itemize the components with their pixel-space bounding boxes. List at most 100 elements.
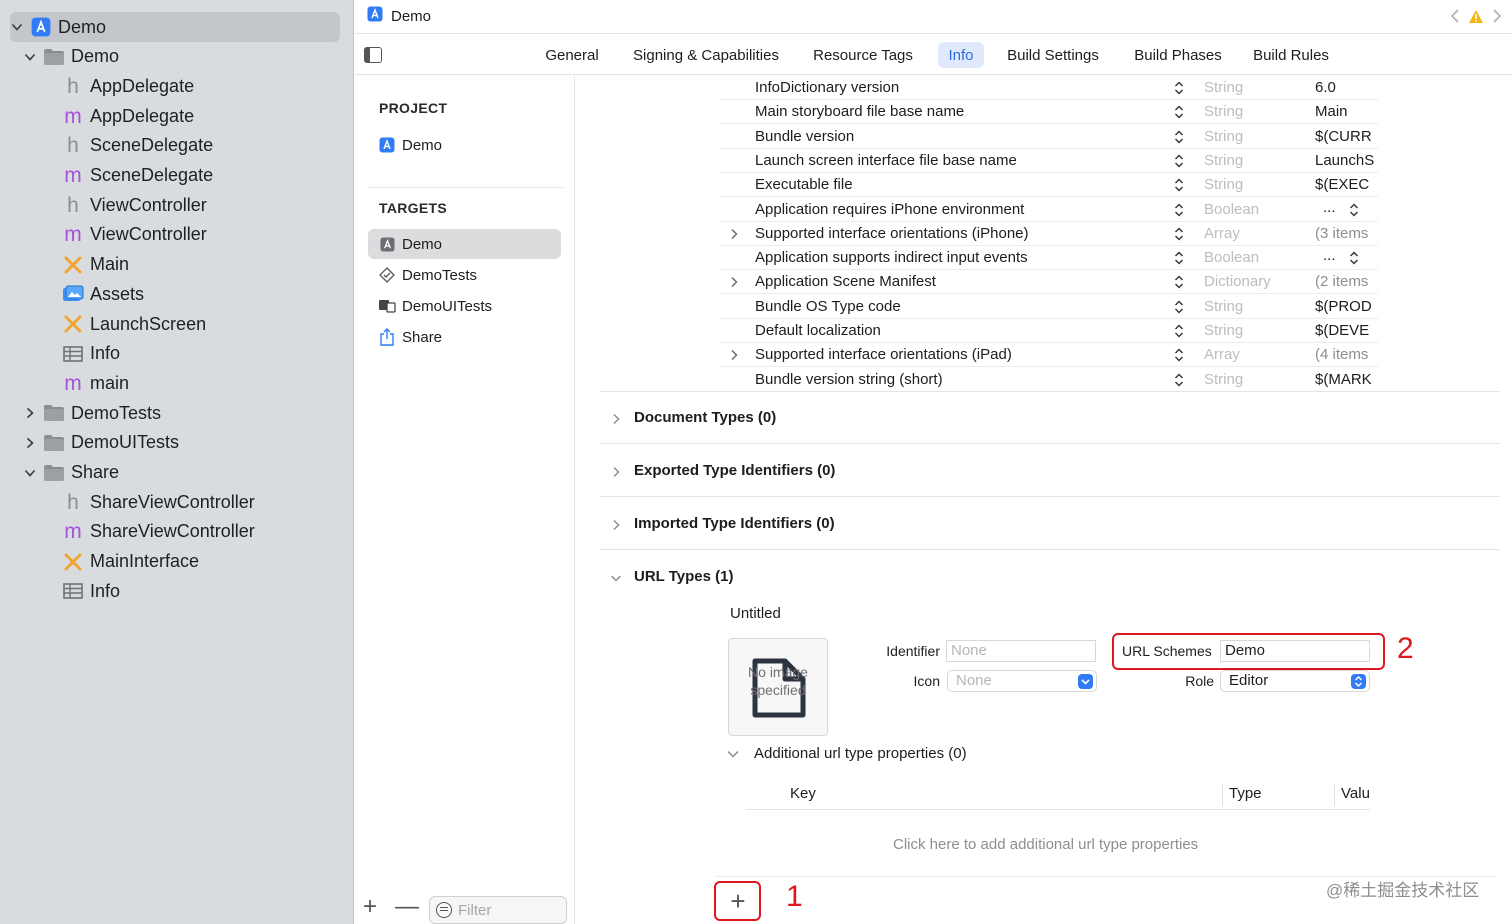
plist-type[interactable]: Array bbox=[1204, 225, 1240, 242]
plist-row[interactable]: Application Scene Manifest Dictionary (2 i… bbox=[720, 270, 1378, 295]
disclosure-chevron-down-icon[interactable] bbox=[10, 20, 24, 34]
tab-info[interactable]: Info bbox=[938, 42, 984, 68]
navigator-item-info[interactable]: Info bbox=[0, 576, 354, 606]
add-properties-hint[interactable]: Click here to add additional url type pr… bbox=[893, 836, 1198, 853]
chevron-left-icon[interactable] bbox=[1450, 8, 1460, 29]
navigator-item-info[interactable]: Info bbox=[0, 339, 354, 369]
plist-row[interactable]: Application requires iPhone environment B… bbox=[720, 198, 1378, 222]
plist-value[interactable]: ... bbox=[1323, 247, 1336, 264]
chevron-right-icon[interactable] bbox=[728, 275, 740, 288]
disclosure-chevron-down-icon[interactable] bbox=[23, 50, 37, 64]
chevron-right-icon[interactable] bbox=[1492, 8, 1502, 29]
plist-type[interactable]: String bbox=[1204, 176, 1243, 193]
target-item-demotests[interactable]: DemoTests bbox=[368, 260, 561, 290]
chevron-right-icon[interactable] bbox=[610, 412, 622, 425]
plist-value[interactable]: LaunchS bbox=[1315, 152, 1377, 169]
target-item-share[interactable]: Share bbox=[368, 322, 561, 352]
column-header-value[interactable]: Valu bbox=[1341, 785, 1370, 802]
plist-type[interactable]: String bbox=[1204, 128, 1243, 145]
target-item-demouitests[interactable]: DemoUITests bbox=[368, 291, 561, 321]
plist-type[interactable]: String bbox=[1204, 298, 1243, 315]
plist-value[interactable]: $(MARK bbox=[1315, 371, 1377, 388]
plist-type[interactable]: Dictionary bbox=[1204, 273, 1271, 290]
key-stepper-icon[interactable] bbox=[1173, 347, 1185, 363]
disclosure-chevron-right-icon[interactable] bbox=[23, 436, 37, 450]
tab-signing-capabilities[interactable]: Signing & Capabilities bbox=[623, 42, 789, 68]
navigator-item-share[interactable]: Share bbox=[0, 458, 354, 488]
navigator-item-appdelegate[interactable]: m AppDelegate bbox=[0, 101, 354, 131]
disclosure-chevron-down-icon[interactable] bbox=[23, 466, 37, 480]
plist-row[interactable]: Application supports indirect input even… bbox=[720, 246, 1378, 271]
chevron-right-icon[interactable] bbox=[728, 227, 740, 239]
role-popup[interactable]: Editor bbox=[1220, 670, 1370, 692]
section-document-types[interactable]: Document Types (0) bbox=[600, 392, 1500, 444]
plist-value[interactable]: $(DEVE bbox=[1315, 322, 1377, 339]
navigator-item-scenedelegate[interactable]: h SceneDelegate bbox=[0, 131, 354, 161]
plist-row[interactable]: Bundle version String $(CURR bbox=[720, 125, 1378, 149]
plist-type[interactable]: String bbox=[1204, 79, 1243, 96]
plist-row[interactable]: Main storyboard file base name String Main bbox=[720, 100, 1378, 125]
key-stepper-icon[interactable] bbox=[1173, 129, 1185, 145]
plist-row[interactable]: Supported interface orientations (iPad) A… bbox=[720, 343, 1378, 368]
icon-popup[interactable]: None bbox=[947, 670, 1097, 692]
navigator-item-shareviewcontroller[interactable]: m ShareViewController bbox=[0, 517, 354, 547]
navigator-item-assets[interactable]: Assets bbox=[0, 279, 354, 309]
navigator-item-viewcontroller[interactable]: h ViewController bbox=[0, 190, 354, 220]
navigator-item-demo[interactable]: Demo bbox=[0, 42, 354, 72]
plist-type[interactable]: String bbox=[1204, 152, 1243, 169]
value-stepper-icon[interactable] bbox=[1348, 250, 1360, 266]
plist-type[interactable]: Boolean bbox=[1204, 201, 1259, 218]
key-stepper-icon[interactable] bbox=[1173, 80, 1185, 96]
disclosure-chevron-right-icon[interactable] bbox=[23, 406, 37, 420]
plist-value[interactable]: (3 items bbox=[1315, 225, 1377, 242]
navigator-item-launchscreen[interactable]: LaunchScreen bbox=[0, 309, 354, 339]
navigator-item-appdelegate[interactable]: h AppDelegate bbox=[0, 71, 354, 101]
key-stepper-icon[interactable] bbox=[1173, 274, 1185, 290]
plist-type[interactable]: Boolean bbox=[1204, 249, 1259, 266]
navigator-item-scenedelegate[interactable]: m SceneDelegate bbox=[0, 161, 354, 191]
plist-value[interactable]: $(CURR bbox=[1315, 128, 1377, 145]
remove-target-button[interactable]: — bbox=[395, 895, 419, 919]
tab-build-phases[interactable]: Build Phases bbox=[1126, 42, 1230, 68]
chevron-right-icon[interactable] bbox=[728, 348, 740, 361]
key-stepper-icon[interactable] bbox=[1173, 177, 1185, 193]
plist-value[interactable]: Main bbox=[1315, 103, 1377, 120]
tab-build-settings[interactable]: Build Settings bbox=[1000, 42, 1106, 68]
plist-value[interactable]: $(PROD bbox=[1315, 298, 1377, 315]
sidebar-toggle-icon[interactable] bbox=[364, 47, 382, 63]
section-url-types[interactable]: URL Types (1) bbox=[600, 551, 1500, 603]
value-stepper-icon[interactable] bbox=[1348, 202, 1360, 218]
key-stepper-icon[interactable] bbox=[1173, 226, 1185, 242]
key-stepper-icon[interactable] bbox=[1173, 323, 1185, 339]
additional-properties-row[interactable]: Additional url type properties (0) bbox=[726, 745, 967, 762]
navigator-item-maininterface[interactable]: MainInterface bbox=[0, 547, 354, 577]
navigator-item-main[interactable]: m main bbox=[0, 368, 354, 398]
plist-row[interactable]: Supported interface orientations (iPhone… bbox=[720, 222, 1378, 246]
plist-value[interactable]: (4 items bbox=[1315, 346, 1377, 363]
tab-general[interactable]: General bbox=[536, 42, 608, 68]
key-stepper-icon[interactable] bbox=[1173, 299, 1185, 315]
key-stepper-icon[interactable] bbox=[1173, 202, 1185, 218]
plist-type[interactable]: String bbox=[1204, 103, 1243, 120]
navigator-item-demouitests[interactable]: DemoUITests bbox=[0, 428, 354, 458]
tab-resource-tags[interactable]: Resource Tags bbox=[807, 42, 919, 68]
key-stepper-icon[interactable] bbox=[1173, 250, 1185, 266]
add-target-button[interactable]: + bbox=[363, 895, 377, 919]
plist-value[interactable]: ... bbox=[1323, 199, 1336, 216]
tab-build-rules[interactable]: Build Rules bbox=[1248, 42, 1334, 68]
key-stepper-icon[interactable] bbox=[1173, 153, 1185, 169]
section-exported-type-identifiers[interactable]: Exported Type Identifiers (0) bbox=[600, 445, 1500, 497]
navigator-item-shareviewcontroller[interactable]: h ShareViewController bbox=[0, 487, 354, 517]
navigator-item-main[interactable]: Main bbox=[0, 250, 354, 280]
plist-row[interactable]: InfoDictionary version String 6.0 bbox=[720, 76, 1378, 100]
navigator-item-demotests[interactable]: DemoTests bbox=[0, 398, 354, 428]
plist-type[interactable]: Array bbox=[1204, 346, 1240, 363]
plist-value[interactable]: (2 items bbox=[1315, 273, 1377, 290]
column-header-key[interactable]: Key bbox=[790, 785, 816, 802]
identifier-field[interactable]: None bbox=[946, 640, 1096, 662]
column-header-type[interactable]: Type bbox=[1229, 785, 1262, 802]
target-item-demo[interactable]: Demo bbox=[368, 229, 561, 259]
plist-value[interactable]: 6.0 bbox=[1315, 79, 1377, 96]
navigator-item-demo[interactable]: Demo bbox=[10, 12, 340, 42]
plist-value[interactable]: $(EXEC bbox=[1315, 176, 1377, 193]
